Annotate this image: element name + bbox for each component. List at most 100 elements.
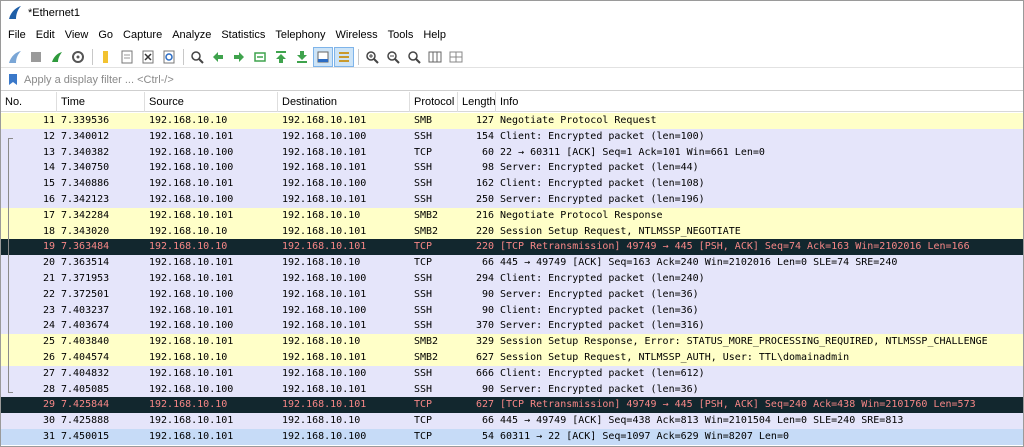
packet-number: 21 xyxy=(42,272,55,284)
packet-row[interactable]: 14 7.340750 192.168.10.100 192.168.10.101 SS… xyxy=(1,160,1023,177)
packet-destination: 192.168.10.100 xyxy=(282,367,367,379)
packet-row[interactable]: 30 7.425888 192.168.10.101 192.168.10.10 TCP… xyxy=(1,413,1023,429)
menu-statistics[interactable]: Statistics xyxy=(216,25,270,45)
packet-number: 29 xyxy=(42,399,55,411)
stop-capture-button[interactable] xyxy=(26,47,46,67)
packet-destination: 192.168.10.101 xyxy=(282,399,367,411)
menu-view[interactable]: View xyxy=(60,25,94,45)
menu-capture[interactable]: Capture xyxy=(118,25,167,45)
open-file-button[interactable] xyxy=(96,47,116,67)
packet-row[interactable]: 12 7.340012 192.168.10.101 192.168.10.100 SS… xyxy=(1,128,1023,145)
last-packet-button[interactable] xyxy=(292,47,312,67)
column-header-source[interactable]: Source xyxy=(145,92,278,112)
packet-protocol: SSH xyxy=(414,367,433,379)
display-filter-input[interactable] xyxy=(24,70,1023,89)
packet-row[interactable]: 22 7.372501 192.168.10.100 192.168.10.101 SS… xyxy=(1,286,1023,303)
go-forward-button[interactable] xyxy=(229,47,249,67)
packet-number: 20 xyxy=(42,257,55,269)
folder-icon xyxy=(103,50,108,63)
packet-row[interactable]: 28 7.405085 192.168.10.100 192.168.10.101 SS… xyxy=(1,381,1023,398)
zoom-out-button[interactable] xyxy=(383,47,403,67)
zoom-out-icon xyxy=(387,50,400,64)
menu-wireless[interactable]: Wireless xyxy=(331,25,383,45)
packet-protocol: SSH xyxy=(414,304,433,316)
packet-row[interactable]: 27 7.404832 192.168.10.101 192.168.10.100 SS… xyxy=(1,365,1023,382)
go-to-packet-button[interactable] xyxy=(250,47,270,67)
menu-go[interactable]: Go xyxy=(93,25,118,45)
auto-scroll-button[interactable] xyxy=(313,46,333,67)
zoom-in-button[interactable] xyxy=(362,47,382,67)
colorize-button[interactable] xyxy=(334,46,354,67)
packet-row[interactable]: 23 7.403237 192.168.10.101 192.168.10.100 SS… xyxy=(1,302,1023,319)
column-header-length[interactable]: Length xyxy=(458,92,496,112)
packet-info: Client: Encrypted packet (len=36) xyxy=(500,304,699,316)
packet-row[interactable]: 26 7.404574 192.168.10.10 192.168.10.101 SMB… xyxy=(1,349,1023,366)
wireshark-fin-icon xyxy=(9,6,21,19)
packet-number: 14 xyxy=(42,162,55,174)
packet-length: 329 xyxy=(475,336,494,348)
packet-time: 7.403237 xyxy=(61,304,110,316)
menu-tools[interactable]: Tools xyxy=(383,25,419,45)
go-back-button[interactable] xyxy=(208,47,228,67)
menu-edit[interactable]: Edit xyxy=(31,25,60,45)
packet-destination: 192.168.10.100 xyxy=(282,272,367,284)
packet-time: 7.340750 xyxy=(61,162,110,174)
packet-number: 16 xyxy=(42,193,55,205)
restart-capture-button[interactable] xyxy=(47,47,67,67)
packet-row[interactable]: 24 7.403674 192.168.10.100 192.168.10.101 SS… xyxy=(1,318,1023,335)
bookmark-icon[interactable] xyxy=(6,73,20,87)
packet-time: 7.340382 xyxy=(61,146,110,158)
first-packet-button[interactable] xyxy=(271,47,291,67)
packet-row[interactable]: 17 7.342284 192.168.10.101 192.168.10.10 SMB… xyxy=(1,207,1023,224)
colorize-lines-icon xyxy=(339,51,349,62)
reload-file-button[interactable] xyxy=(159,47,179,67)
packet-source: 192.168.10.100 xyxy=(149,383,234,395)
close-file-button[interactable] xyxy=(138,47,158,67)
packet-number: 23 xyxy=(42,304,55,316)
packet-destination: 192.168.10.100 xyxy=(282,130,367,142)
packet-row[interactable]: 18 7.343020 192.168.10.10 192.168.10.101 SMB… xyxy=(1,223,1023,240)
column-header-no[interactable]: No. xyxy=(1,92,57,112)
layout-button[interactable] xyxy=(446,47,466,67)
packet-length: 90 xyxy=(481,304,494,316)
packet-source: 192.168.10.10 xyxy=(149,115,228,126)
menu-bar: File Edit View Go Capture Analyze Statis… xyxy=(1,25,1023,45)
packet-row[interactable]: 16 7.342123 192.168.10.100 192.168.10.101 SS… xyxy=(1,191,1023,208)
column-header-info[interactable]: Info xyxy=(496,92,1023,112)
packet-row[interactable]: 29 7.425844 192.168.10.10 192.168.10.101 TCP… xyxy=(1,397,1023,414)
packet-source: 192.168.10.100 xyxy=(149,162,234,174)
packet-length: 220 xyxy=(475,225,494,237)
window-title: *Ethernet1 xyxy=(28,7,80,19)
packet-protocol: TCP xyxy=(414,430,433,442)
menu-file[interactable]: File xyxy=(3,25,31,45)
packet-row[interactable]: 31 7.450015 192.168.10.101 192.168.10.100 TC… xyxy=(1,428,1023,445)
resize-columns-button[interactable] xyxy=(425,47,445,67)
packet-row[interactable]: 15 7.340886 192.168.10.101 192.168.10.100 SS… xyxy=(1,176,1023,192)
packet-source: 192.168.10.100 xyxy=(149,193,234,205)
packet-row[interactable]: 11 7.339536 192.168.10.10 192.168.10.101 SMB… xyxy=(1,113,1023,129)
packet-info: Client: Encrypted packet (len=612) xyxy=(500,367,705,379)
packet-number: 27 xyxy=(42,367,55,379)
packet-row[interactable]: 20 7.363514 192.168.10.101 192.168.10.10 TCP… xyxy=(1,255,1023,271)
packet-info: Server: Encrypted packet (len=316) xyxy=(500,320,705,332)
capture-options-button[interactable] xyxy=(68,47,88,67)
column-header-protocol[interactable]: Protocol xyxy=(410,92,458,112)
menu-analyze[interactable]: Analyze xyxy=(167,25,216,45)
packet-row[interactable]: 21 7.371953 192.168.10.101 192.168.10.100 SS… xyxy=(1,270,1023,287)
save-file-button[interactable] xyxy=(117,47,137,67)
packet-row[interactable]: 25 7.403840 192.168.10.101 192.168.10.10 SMB… xyxy=(1,334,1023,350)
packet-length: 90 xyxy=(481,383,494,395)
menu-help[interactable]: Help xyxy=(418,25,451,45)
column-header-time[interactable]: Time xyxy=(57,92,145,112)
packet-protocol: SMB2 xyxy=(414,351,439,363)
menu-telephony[interactable]: Telephony xyxy=(270,25,330,45)
column-header-destination[interactable]: Destination xyxy=(278,92,410,112)
find-packet-button[interactable] xyxy=(187,47,207,67)
start-capture-button[interactable] xyxy=(5,47,25,67)
packet-length: 90 xyxy=(481,288,494,300)
zoom-reset-button[interactable] xyxy=(404,47,424,67)
packet-row[interactable]: 19 7.363484 192.168.10.10 192.168.10.101 TCP… xyxy=(1,239,1023,256)
packet-source: 192.168.10.101 xyxy=(149,209,234,221)
packet-row[interactable]: 13 7.340382 192.168.10.100 192.168.10.101 TC… xyxy=(1,144,1023,161)
packet-info: Server: Encrypted packet (len=44) xyxy=(500,162,699,174)
